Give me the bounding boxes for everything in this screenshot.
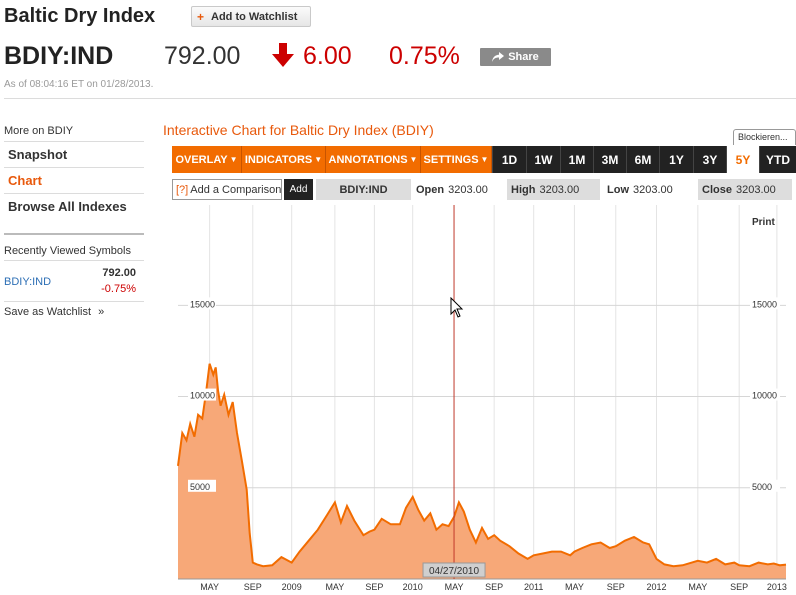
x-tick-label: SEP [730,582,748,592]
x-tick-label: MAY [565,582,584,592]
page-title: Baltic Dry Index [4,5,156,27]
divider [4,260,144,261]
recently-viewed-heading: Recently Viewed Symbols [4,245,131,257]
caret-down-icon: ▼ [229,155,238,164]
crosshair-date-label: 04/27/2010 [429,566,479,577]
open-stat: Open 3203.00 [412,179,505,200]
share-label: Share [508,51,539,63]
close-stat: Close 3203.00 [698,179,792,200]
add-to-watchlist-button[interactable]: + Add to Watchlist [191,6,311,27]
y-tick-label-right: 5000 [752,482,772,492]
x-tick-label: MAY [445,582,464,592]
price-change-percent: 0.75% [389,42,460,70]
indicators-menu-label: INDICATORS [244,153,313,166]
divider [4,301,144,302]
recent-symbol-link[interactable]: BDIY:IND [4,276,51,288]
annotations-menu[interactable]: ANNOTATIONS ▼ [326,146,421,173]
save-as-watchlist-label: Save as Watchlist [4,306,92,318]
caret-down-icon: ▼ [314,155,323,164]
range-ytd[interactable]: YTD [759,146,796,173]
close-value: 3203.00 [735,183,776,196]
x-tick-label: SEP [244,582,262,592]
overlay-menu-label: OVERLAY [175,153,228,166]
double-chevron-right-icon: » [98,306,105,318]
down-arrow-icon [272,43,294,67]
add-to-watchlist-label: Add to Watchlist [211,10,298,23]
high-stat: High 3203.00 [507,179,600,200]
recent-symbol-change: -0.75% [101,283,136,295]
chart-title: Interactive Chart for Baltic Dry Index (… [163,122,434,138]
caret-down-icon: ▼ [409,155,418,164]
range-1w[interactable]: 1W [526,146,560,173]
range-5y[interactable]: 5Y [726,146,759,173]
divider [4,98,796,99]
low-value: 3203.00 [633,183,673,196]
help-icon[interactable]: [?] [176,184,188,196]
price-change: 6.00 [303,42,352,70]
annotations-menu-label: ANNOTATIONS [328,153,408,166]
high-value: 3203.00 [539,183,580,196]
sidebar-divider [4,233,144,235]
save-as-watchlist-link[interactable]: Save as Watchlist » [4,306,104,318]
price-chart[interactable]: 5000 5000 10000 10000 15000 15000 MAY SEP 2009 MA… [172,205,794,595]
x-tick-label: 2010 [403,582,423,592]
open-value: 3203.00 [448,183,488,196]
blockieren-tab[interactable]: Blockieren... [733,129,796,145]
x-tick-label: 2012 [646,582,666,592]
plus-icon: + [197,9,205,24]
recent-symbol-price: 792.00 [102,267,136,279]
last-price: 792.00 [164,42,241,70]
sidebar-heading: More on BDIY [4,125,74,137]
range-1y[interactable]: 1Y [659,146,693,173]
low-stat: Low 3203.00 [603,179,696,200]
y-tick-label: 5000 [190,482,210,492]
range-1d[interactable]: 1D [492,146,526,173]
sidebar-item-browse-all-indexes[interactable]: Browse All Indexes [4,193,144,219]
range-3m[interactable]: 3M [593,146,626,173]
range-6m[interactable]: 6M [626,146,659,173]
sidebar-item-chart[interactable]: Chart [4,167,144,193]
comparison-input[interactable]: [?] Add a Comparison [172,179,282,200]
sidebar-item-snapshot[interactable]: Snapshot [4,141,144,167]
settings-menu[interactable]: SETTINGS ▼ [421,146,492,173]
indicators-menu[interactable]: INDICATORS ▼ [242,146,326,173]
y-tick-label: 15000 [190,299,215,309]
overlay-menu[interactable]: OVERLAY ▼ [172,146,242,173]
x-tick-label: 2013 [767,582,787,592]
open-label: Open [416,183,445,196]
caret-down-icon: ▼ [480,155,489,164]
x-tick-label: MAY [688,582,707,592]
add-comparison-button[interactable]: Add [284,179,313,200]
as-of-timestamp: As of 08:04:16 ET on 01/28/2013. [4,79,154,90]
print-link[interactable]: Print [752,217,775,228]
comparison-placeholder: Add a Comparison [190,183,282,196]
y-tick-label-right: 10000 [752,391,777,401]
mouse-cursor-icon [450,297,464,318]
x-tick-label: 2011 [524,582,543,592]
share-button[interactable]: Share [480,48,551,66]
share-arrow-icon [492,52,505,62]
series-area [178,363,786,579]
y-tick-label: 10000 [190,391,215,401]
x-tick-label: SEP [365,582,383,592]
range-1m[interactable]: 1M [560,146,593,173]
settings-menu-label: SETTINGS [423,153,479,166]
chart-symbol: BDIY:IND [316,179,411,200]
ticker-symbol: BDIY:IND [4,42,114,70]
y-tick-label-right: 15000 [752,299,777,309]
range-3y[interactable]: 3Y [693,146,726,173]
low-label: Low [607,183,629,196]
x-tick-label: SEP [607,582,625,592]
high-label: High [511,183,536,196]
x-tick-label: MAY [200,582,219,592]
x-tick-label: MAY [325,582,344,592]
x-tick-label: SEP [485,582,503,592]
x-tick-label: 2009 [282,582,302,592]
close-label: Close [702,183,732,196]
